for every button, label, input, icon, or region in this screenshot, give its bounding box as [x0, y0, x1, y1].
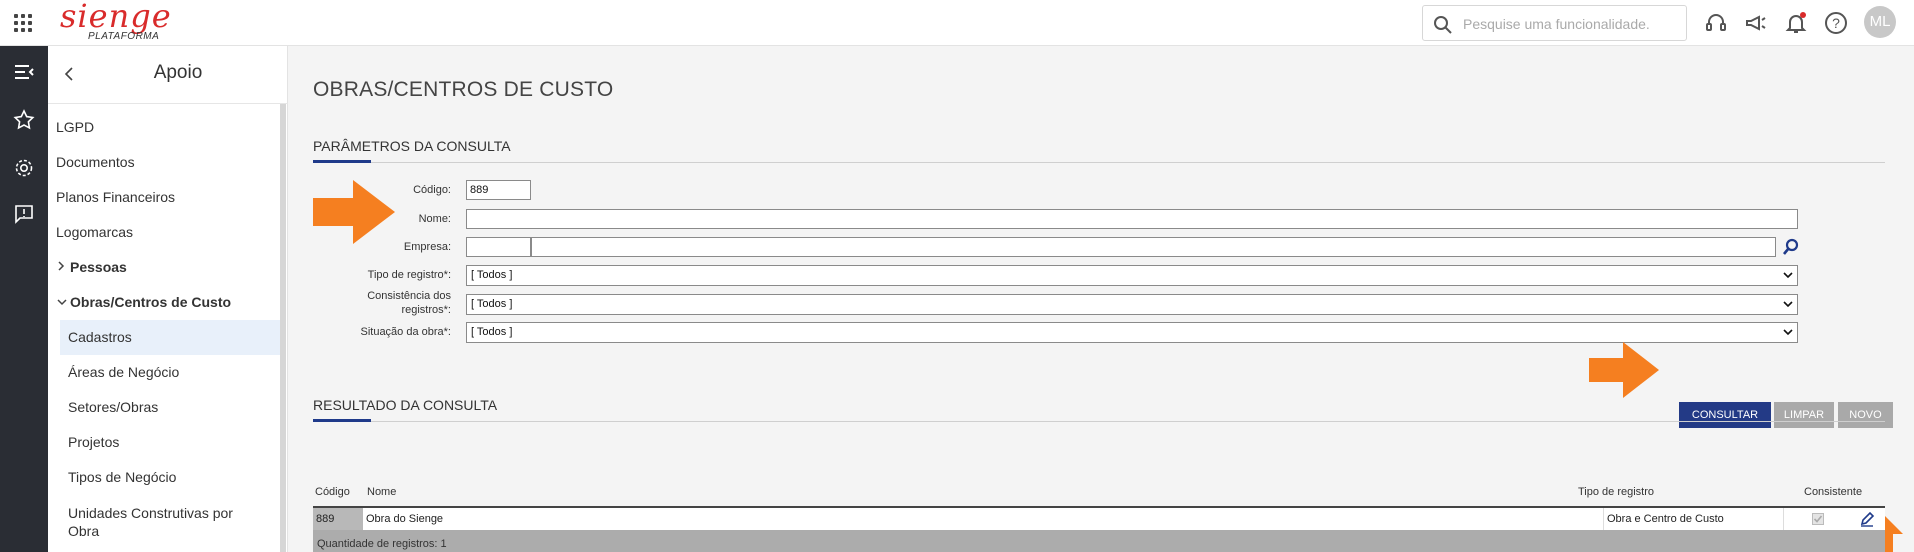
col-header-tipo[interactable]: Tipo de registro — [1578, 486, 1654, 498]
sidebar-item-cadastros[interactable]: Cadastros — [60, 320, 280, 355]
novo-button[interactable]: NOVO — [1838, 402, 1893, 428]
chevron-down-icon — [56, 286, 70, 321]
consistencia-label: Consistência dos registros*: — [309, 289, 451, 317]
sidebar-scrollbar[interactable] — [280, 104, 286, 552]
left-rail — [0, 46, 48, 552]
situacao-value: [ Todos ] — [471, 326, 513, 338]
apps-grid-icon[interactable] — [14, 14, 32, 32]
avatar[interactable]: ML — [1864, 6, 1896, 38]
sidebar-item-label: Obras/Centros de Custo — [70, 294, 232, 310]
top-bar: sienge PLATAFORMA ? ML — [0, 0, 1914, 46]
nome-input[interactable] — [466, 209, 1798, 229]
headset-icon[interactable] — [1704, 11, 1728, 35]
codigo-input[interactable] — [466, 180, 531, 200]
col-header-codigo[interactable]: Código — [315, 486, 350, 498]
tipo-registro-label: Tipo de registro*: — [367, 269, 451, 281]
gear-icon[interactable] — [12, 156, 36, 180]
sidebar-title: Apoio — [153, 62, 203, 83]
tipo-registro-value: [ Todos ] — [471, 269, 513, 281]
params-accent — [313, 160, 371, 163]
consistencia-select[interactable]: [ Todos ] — [466, 294, 1798, 315]
sidebar-item-areas-de-negocio[interactable]: Áreas de Negócio — [48, 355, 280, 390]
search-icon — [1434, 16, 1452, 34]
col-header-nome[interactable]: Nome — [367, 486, 396, 498]
chevron-down-icon — [1783, 272, 1793, 279]
sidebar-item-label: Pessoas — [70, 259, 127, 275]
main-content: OBRAS/CENTROS DE CUSTO PARÂMETROS DA CON… — [289, 46, 1914, 552]
chevron-down-icon — [1783, 301, 1793, 308]
tipo-registro-select[interactable]: [ Todos ] — [466, 265, 1798, 286]
logo-subtitle: PLATAFORMA — [88, 31, 160, 42]
lookup-search-icon[interactable] — [1782, 237, 1800, 257]
params-section-title: PARÂMETROS DA CONSULTA — [313, 138, 511, 154]
sidebar: Apoio LGPD Documentos Planos Financeiros… — [48, 46, 288, 552]
sidebar-item-logomarcas[interactable]: Logomarcas — [48, 215, 280, 250]
chevron-right-icon — [56, 251, 70, 286]
consistencia-label-line2: registros*: — [401, 304, 451, 316]
results-divider — [313, 421, 1885, 422]
checkbox-checked-icon — [1812, 513, 1824, 525]
consistencia-label-line1: Consistência dos — [367, 290, 451, 302]
situacao-label: Situação da obra*: — [360, 326, 451, 338]
cell-tipo: Obra e Centro de Custo — [1603, 508, 1783, 530]
cell-nome: Obra do Sienge — [366, 513, 444, 525]
orange-arrow-icon — [313, 180, 395, 244]
results-section-title: RESULTADO DA CONSULTA — [313, 397, 498, 413]
megaphone-icon[interactable] — [1744, 11, 1768, 35]
sidebar-item-setores-obras[interactable]: Setores/Obras — [48, 390, 280, 425]
chevron-down-icon — [1783, 329, 1793, 336]
empresa-name-input[interactable] — [531, 237, 1776, 257]
limpar-button[interactable]: LIMPAR — [1774, 402, 1834, 428]
sidebar-item-pessoas[interactable]: Pessoas — [48, 250, 280, 285]
col-header-consistente[interactable]: Consistente — [1804, 486, 1862, 498]
sidebar-item-planos-financeiros[interactable]: Planos Financeiros — [48, 180, 280, 215]
star-icon[interactable] — [12, 108, 36, 132]
orange-arrow-icon — [1589, 342, 1659, 398]
cell-codigo: 889 — [313, 508, 363, 530]
table-row[interactable]: 889 Obra do Sienge Obra e Centro de Cust… — [313, 506, 1885, 530]
results-accent — [313, 419, 371, 422]
sidebar-item-lgpd[interactable]: LGPD — [48, 110, 280, 145]
sidebar-item-obras-centros-de-custo[interactable]: Obras/Centros de Custo — [48, 285, 280, 320]
help-icon[interactable]: ? — [1824, 11, 1848, 35]
situacao-select[interactable]: [ Todos ] — [466, 322, 1798, 343]
params-divider — [313, 162, 1885, 163]
search-input[interactable] — [1463, 14, 1678, 34]
record-count: Quantidade de registros: 1 — [313, 530, 1885, 552]
svg-text:?: ? — [1832, 15, 1840, 31]
cell-consistente — [1783, 508, 1853, 530]
edit-pencil-icon[interactable] — [1859, 511, 1875, 527]
bell-icon[interactable] — [1784, 11, 1808, 35]
sidebar-item-unidades-construtivas-cont[interactable]: Obra — [48, 520, 280, 542]
consistencia-value: [ Todos ] — [471, 298, 513, 310]
sidebar-item-documentos[interactable]: Documentos — [48, 145, 280, 180]
menu-collapse-icon[interactable] — [12, 60, 36, 84]
sidebar-item-projetos[interactable]: Projetos — [48, 425, 280, 460]
feedback-icon[interactable] — [12, 202, 36, 226]
sienge-logo[interactable]: sienge PLATAFORMA — [60, 0, 172, 42]
sidebar-header: Apoio — [48, 46, 288, 104]
sidebar-item-tipos-de-negocio[interactable]: Tipos de Negócio — [48, 460, 280, 495]
consultar-button[interactable]: CONSULTAR — [1679, 402, 1771, 428]
page-title: OBRAS/CENTROS DE CUSTO — [313, 78, 614, 101]
search-box[interactable] — [1422, 5, 1687, 41]
logo-text: sienge — [60, 0, 172, 35]
empresa-code-input[interactable] — [466, 237, 531, 257]
